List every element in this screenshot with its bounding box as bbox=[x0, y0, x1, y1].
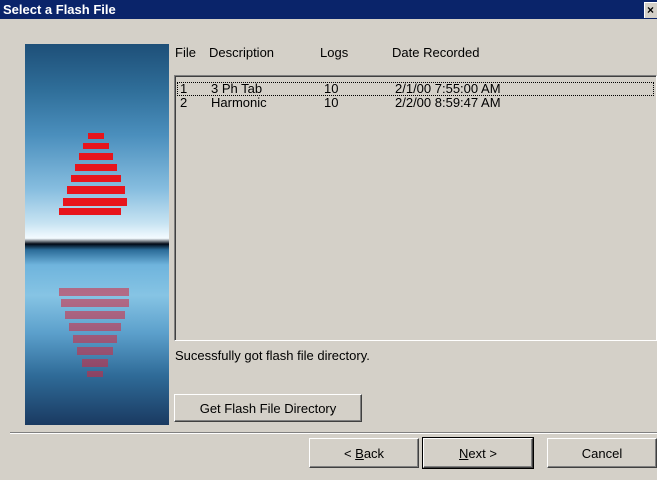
wizard-banner-image bbox=[25, 44, 169, 425]
window-title: Select a Flash File bbox=[3, 2, 116, 17]
next-button[interactable]: Next > bbox=[422, 437, 534, 469]
list-item[interactable]: 2 Harmonic 10 2/2/00 8:59:47 AM bbox=[177, 96, 654, 110]
file-number: 2 bbox=[180, 95, 188, 110]
file-logs: 10 bbox=[324, 95, 339, 110]
button-separator bbox=[10, 432, 657, 434]
get-flash-file-directory-button[interactable]: Get Flash File Directory bbox=[174, 394, 362, 422]
close-icon[interactable]: × bbox=[644, 2, 657, 18]
column-header-file[interactable]: File bbox=[175, 45, 196, 60]
back-button[interactable]: < Back bbox=[309, 438, 419, 468]
logo-icon bbox=[59, 133, 129, 377]
title-bar: Select a Flash File × bbox=[0, 0, 657, 19]
column-header-logs[interactable]: Logs bbox=[320, 45, 348, 60]
status-text: Sucessfully got flash file directory. bbox=[175, 348, 370, 363]
next-label-accesskey: N bbox=[459, 445, 469, 461]
file-number: 1 bbox=[180, 81, 188, 96]
file-description: Harmonic bbox=[211, 95, 267, 110]
list-item[interactable]: 1 3 Ph Tab 10 2/1/00 7:55:00 AM bbox=[177, 82, 654, 96]
back-label-prefix: < bbox=[343, 445, 356, 461]
next-label-suffix: ext > bbox=[468, 445, 497, 461]
column-header-date-recorded[interactable]: Date Recorded bbox=[392, 45, 479, 60]
file-logs: 10 bbox=[324, 81, 339, 96]
file-date: 2/1/00 7:55:00 AM bbox=[395, 81, 501, 96]
cancel-button[interactable]: Cancel bbox=[547, 438, 657, 468]
column-header-description[interactable]: Description bbox=[209, 45, 274, 60]
back-label-suffix: ack bbox=[363, 445, 385, 461]
flash-file-list[interactable]: 1 3 Ph Tab 10 2/1/00 7:55:00 AM 2 Harmon… bbox=[174, 75, 657, 341]
file-date: 2/2/00 8:59:47 AM bbox=[395, 95, 501, 110]
file-description: 3 Ph Tab bbox=[211, 81, 263, 96]
select-flash-file-dialog: Select a Flash File × File Description L… bbox=[0, 0, 657, 480]
back-label-accesskey: B bbox=[355, 445, 364, 461]
